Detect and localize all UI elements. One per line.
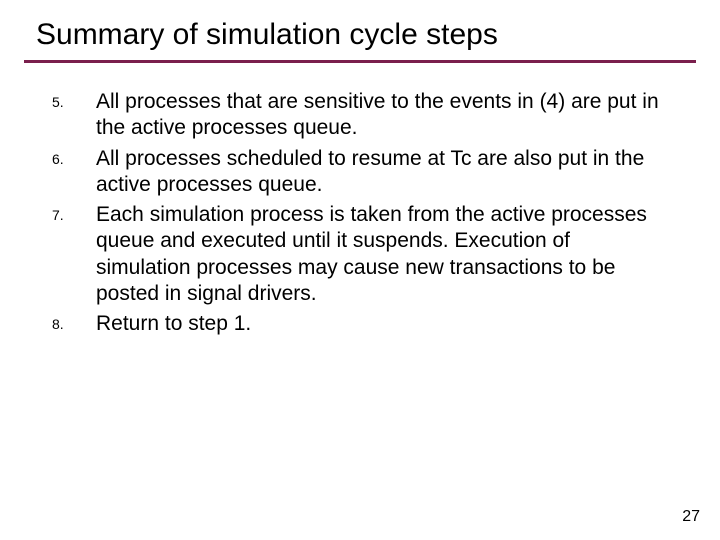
item-number: 7. bbox=[0, 202, 96, 223]
step-list: 5. All processes that are sensitive to t… bbox=[0, 63, 720, 337]
page-number: 27 bbox=[682, 508, 700, 526]
list-item: 7. Each simulation process is taken from… bbox=[0, 202, 660, 307]
item-number: 5. bbox=[0, 89, 96, 110]
list-item: 8. Return to step 1. bbox=[0, 311, 660, 337]
item-number: 8. bbox=[0, 311, 96, 332]
item-number: 6. bbox=[0, 146, 96, 167]
slide: Summary of simulation cycle steps 5. All… bbox=[0, 0, 720, 540]
item-text: Return to step 1. bbox=[96, 311, 660, 337]
item-text: All processes that are sensitive to the … bbox=[96, 89, 660, 142]
slide-title: Summary of simulation cycle steps bbox=[0, 0, 720, 60]
item-text: Each simulation process is taken from th… bbox=[96, 202, 660, 307]
list-item: 5. All processes that are sensitive to t… bbox=[0, 89, 660, 142]
item-text: All processes scheduled to resume at Tc … bbox=[96, 146, 660, 199]
list-item: 6. All processes scheduled to resume at … bbox=[0, 146, 660, 199]
